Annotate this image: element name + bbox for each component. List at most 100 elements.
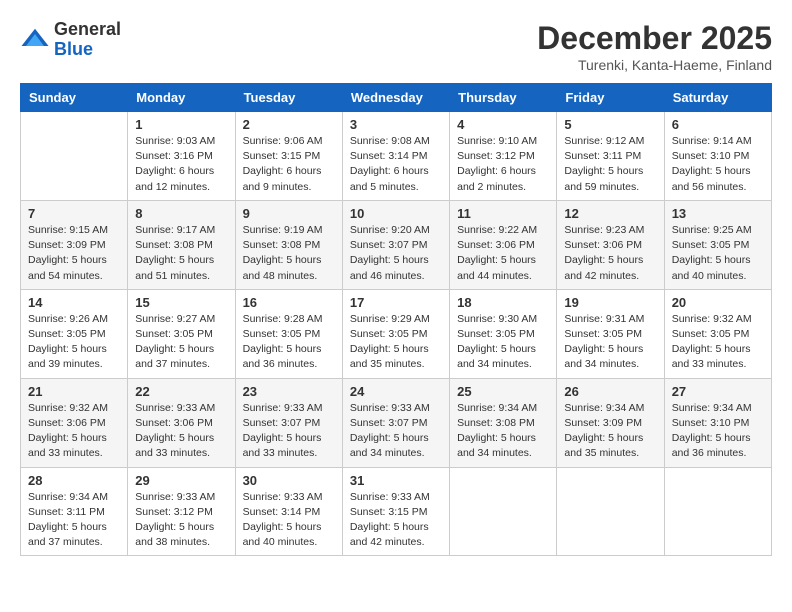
day-info: Sunrise: 9:17 AMSunset: 3:08 PMDaylight:… [135,223,227,284]
day-cell: 1Sunrise: 9:03 AMSunset: 3:16 PMDaylight… [128,112,235,201]
day-cell: 4 Sunrise: 9:10 AMSunset: 3:12 PMDaylight… [450,112,557,201]
day-info: Sunrise: 9:15 AMSunset: 3:09 PMDaylight:… [28,223,120,284]
week-row-4: 21 Sunrise: 9:32 AMSunset: 3:06 PMDayligh… [21,378,772,467]
day-info: Sunrise: 9:03 AMSunset: 3:16 PMDaylight:… [135,134,227,195]
calendar: SundayMondayTuesdayWednesdayThursdayFrid… [20,83,772,556]
day-cell [450,467,557,556]
day-number: 20 [672,295,764,310]
day-cell: 31Sunrise: 9:33 AMSunset: 3:15 PMDayligh… [342,467,449,556]
day-number: 27 [672,384,764,399]
day-cell: 19 Sunrise: 9:31 AMSunset: 3:05 PMDayligh… [557,289,664,378]
day-cell: 5 Sunrise: 9:12 AMSunset: 3:11 PMDaylight… [557,112,664,201]
day-info: Sunrise: 9:33 AMSunset: 3:07 PMDaylight:… [243,401,335,462]
day-number: 25 [457,384,549,399]
column-header-wednesday: Wednesday [342,84,449,112]
day-cell: 2Sunrise: 9:06 AMSunset: 3:15 PMDaylight… [235,112,342,201]
day-number: 17 [350,295,442,310]
day-number: 4 [457,117,549,132]
day-cell: 24 Sunrise: 9:33 AMSunset: 3:07 PMDayligh… [342,378,449,467]
day-cell [21,112,128,201]
day-info: Sunrise: 9:34 AMSunset: 3:08 PMDaylight:… [457,401,549,462]
column-header-thursday: Thursday [450,84,557,112]
day-cell: 20 Sunrise: 9:32 AMSunset: 3:05 PMDayligh… [664,289,771,378]
day-number: 22 [135,384,227,399]
logo-text: General Blue [54,20,121,60]
day-cell: 3 Sunrise: 9:08 AMSunset: 3:14 PMDaylight… [342,112,449,201]
header-row: SundayMondayTuesdayWednesdayThursdayFrid… [21,84,772,112]
day-cell: 10Sunrise: 9:20 AMSunset: 3:07 PMDayligh… [342,200,449,289]
day-cell: 23 Sunrise: 9:33 AMSunset: 3:07 PMDayligh… [235,378,342,467]
week-row-1: 1Sunrise: 9:03 AMSunset: 3:16 PMDaylight… [21,112,772,201]
day-info: Sunrise: 9:08 AMSunset: 3:14 PMDaylight:… [350,134,442,195]
header: General Blue December 2025 Turenki, Kant… [20,20,772,73]
day-number: 31 [350,473,442,488]
logo-icon [20,25,50,55]
day-number: 3 [350,117,442,132]
day-cell: 13Sunrise: 9:25 AMSunset: 3:05 PMDayligh… [664,200,771,289]
week-row-3: 14Sunrise: 9:26 AMSunset: 3:05 PMDayligh… [21,289,772,378]
day-info: Sunrise: 9:10 AMSunset: 3:12 PMDaylight:… [457,134,549,195]
day-number: 6 [672,117,764,132]
column-header-monday: Monday [128,84,235,112]
day-info: Sunrise: 9:14 AMSunset: 3:10 PMDaylight:… [672,134,764,195]
day-cell: 9 Sunrise: 9:19 AMSunset: 3:08 PMDaylight… [235,200,342,289]
day-cell [664,467,771,556]
logo-blue-text: Blue [54,40,121,60]
day-info: Sunrise: 9:34 AMSunset: 3:11 PMDaylight:… [28,490,120,551]
column-header-friday: Friday [557,84,664,112]
day-cell: 21 Sunrise: 9:32 AMSunset: 3:06 PMDayligh… [21,378,128,467]
day-info: Sunrise: 9:28 AMSunset: 3:05 PMDaylight:… [243,312,335,373]
day-number: 30 [243,473,335,488]
column-header-sunday: Sunday [21,84,128,112]
day-number: 7 [28,206,120,221]
day-info: Sunrise: 9:31 AMSunset: 3:05 PMDaylight:… [564,312,656,373]
day-info: Sunrise: 9:32 AMSunset: 3:06 PMDaylight:… [28,401,120,462]
day-cell: 29Sunrise: 9:33 AMSunset: 3:12 PMDayligh… [128,467,235,556]
column-header-saturday: Saturday [664,84,771,112]
day-cell: 8 Sunrise: 9:17 AMSunset: 3:08 PMDaylight… [128,200,235,289]
month-title: December 2025 [537,20,772,57]
day-cell: 30 Sunrise: 9:33 AMSunset: 3:14 PMDayligh… [235,467,342,556]
day-info: Sunrise: 9:26 AMSunset: 3:05 PMDaylight:… [28,312,120,373]
day-number: 16 [243,295,335,310]
day-cell [557,467,664,556]
day-cell: 28 Sunrise: 9:34 AMSunset: 3:11 PMDayligh… [21,467,128,556]
day-info: Sunrise: 9:32 AMSunset: 3:05 PMDaylight:… [672,312,764,373]
day-number: 26 [564,384,656,399]
day-number: 19 [564,295,656,310]
logo: General Blue [20,20,121,60]
day-number: 5 [564,117,656,132]
day-number: 8 [135,206,227,221]
logo-general-text: General [54,20,121,40]
day-number: 11 [457,206,549,221]
day-info: Sunrise: 9:12 AMSunset: 3:11 PMDaylight:… [564,134,656,195]
day-info: Sunrise: 9:33 AMSunset: 3:07 PMDaylight:… [350,401,442,462]
day-number: 28 [28,473,120,488]
day-number: 15 [135,295,227,310]
location: Turenki, Kanta-Haeme, Finland [537,57,772,73]
day-info: Sunrise: 9:27 AMSunset: 3:05 PMDaylight:… [135,312,227,373]
day-number: 23 [243,384,335,399]
day-number: 9 [243,206,335,221]
day-info: Sunrise: 9:34 AMSunset: 3:09 PMDaylight:… [564,401,656,462]
title-area: December 2025 Turenki, Kanta-Haeme, Finl… [537,20,772,73]
day-number: 2 [243,117,335,132]
day-cell: 17 Sunrise: 9:29 AMSunset: 3:05 PMDayligh… [342,289,449,378]
week-row-5: 28 Sunrise: 9:34 AMSunset: 3:11 PMDayligh… [21,467,772,556]
column-header-tuesday: Tuesday [235,84,342,112]
calendar-header: SundayMondayTuesdayWednesdayThursdayFrid… [21,84,772,112]
day-info: Sunrise: 9:33 AMSunset: 3:06 PMDaylight:… [135,401,227,462]
day-number: 13 [672,206,764,221]
day-info: Sunrise: 9:33 AMSunset: 3:14 PMDaylight:… [243,490,335,551]
day-number: 24 [350,384,442,399]
day-cell: 26 Sunrise: 9:34 AMSunset: 3:09 PMDayligh… [557,378,664,467]
day-number: 12 [564,206,656,221]
day-number: 10 [350,206,442,221]
day-cell: 6 Sunrise: 9:14 AMSunset: 3:10 PMDaylight… [664,112,771,201]
day-number: 21 [28,384,120,399]
day-info: Sunrise: 9:34 AMSunset: 3:10 PMDaylight:… [672,401,764,462]
day-number: 29 [135,473,227,488]
day-info: Sunrise: 9:29 AMSunset: 3:05 PMDaylight:… [350,312,442,373]
day-cell: 25 Sunrise: 9:34 AMSunset: 3:08 PMDayligh… [450,378,557,467]
day-info: Sunrise: 9:19 AMSunset: 3:08 PMDaylight:… [243,223,335,284]
